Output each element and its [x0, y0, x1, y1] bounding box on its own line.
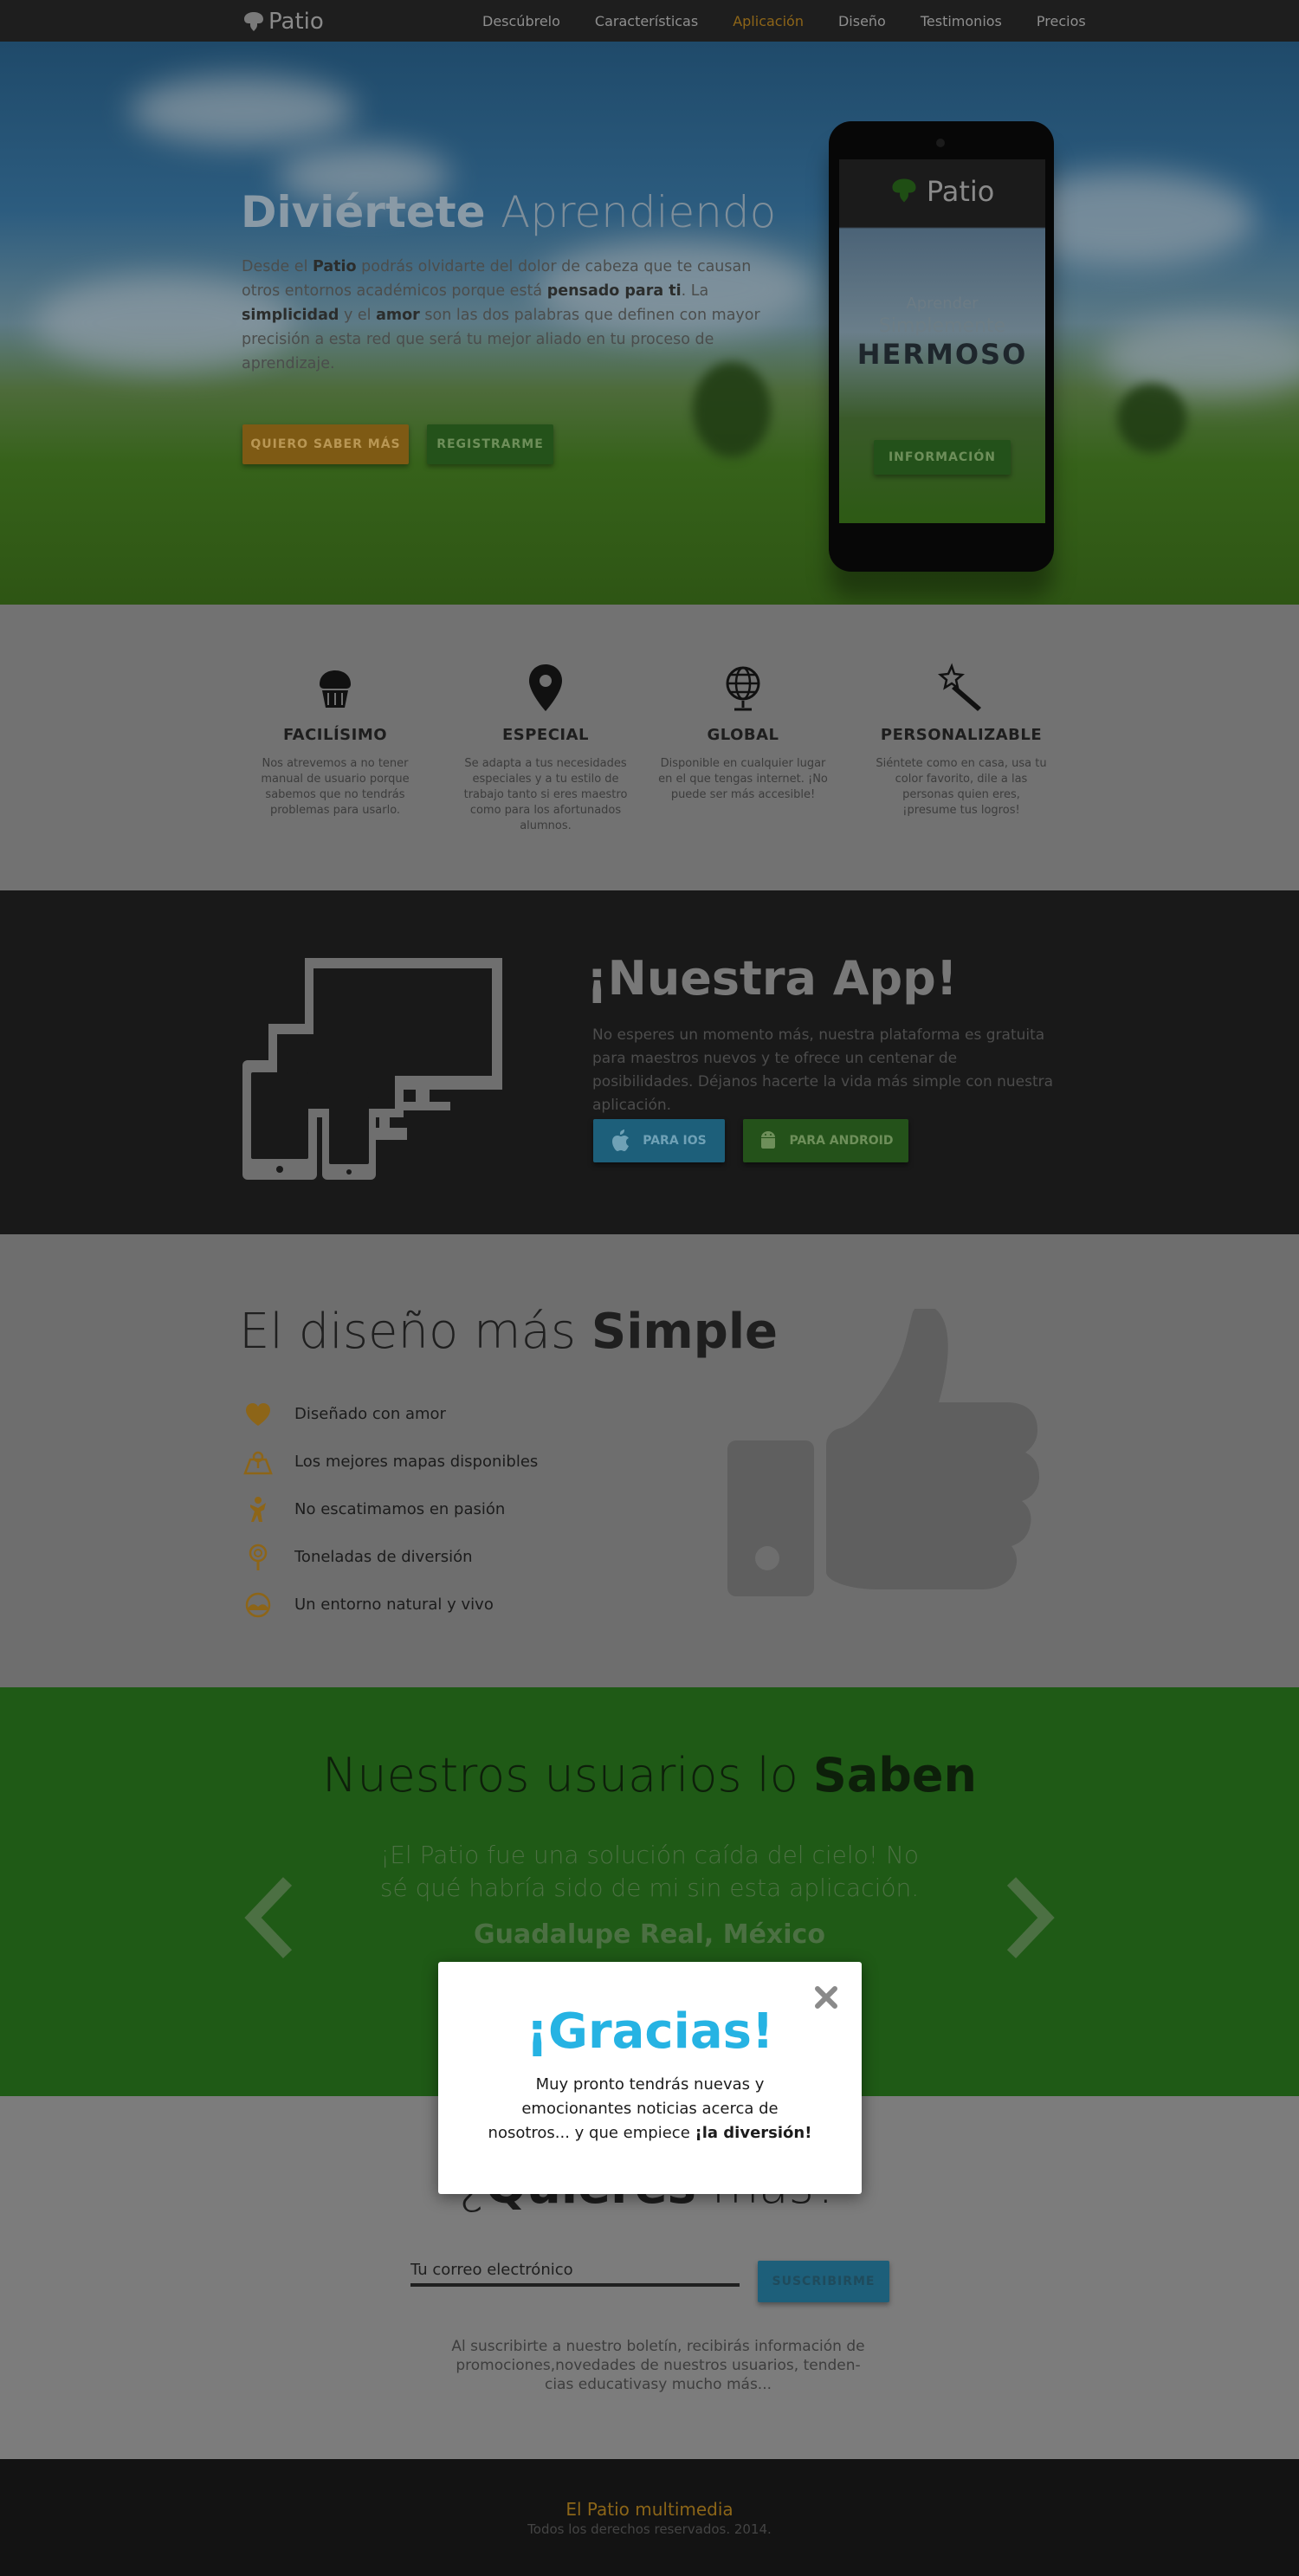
nav-link-descubrelo[interactable]: Descúbrelo	[482, 13, 560, 29]
feature-title: GLOBAL	[707, 726, 779, 744]
phone-line-aprender: Aprender	[906, 294, 979, 313]
top-navbar: Patio Descúbrelo Características Aplicac…	[0, 0, 1299, 42]
design-section: El diseño más Simple Diseñado con amor L…	[0, 1234, 1299, 1687]
email-field[interactable]	[410, 2256, 740, 2287]
app-section: ¡Nuestra App! No esperes un momento más,…	[0, 890, 1299, 1234]
list-item: Toneladas de diversión	[242, 1533, 538, 1581]
ios-button[interactable]: PARA IOS	[593, 1119, 725, 1162]
chevron-right-icon[interactable]	[1005, 1876, 1057, 1959]
list-item: Diseñado con amor	[242, 1390, 538, 1438]
brand-logo[interactable]: Patio	[242, 9, 324, 35]
feature-especial: ESPECIAL Se adapta a tus necesidades esp…	[459, 660, 632, 834]
phone-logo: Patio	[839, 175, 1045, 208]
globe-icon	[656, 660, 830, 715]
android-button-label: PARA ANDROID	[789, 1134, 894, 1148]
nav-link-precios[interactable]: Precios	[1037, 13, 1086, 29]
hero-section: Diviértete Aprendiendo Desde el Patio po…	[0, 42, 1299, 605]
footer-copyright: Todos los derechos reservados. 2014.	[527, 2521, 772, 2537]
phone-mockup: Patio Aprender Simplemente HERMOSO INFOR…	[829, 121, 1054, 572]
tree-icon	[892, 178, 916, 203]
brand-name: Patio	[268, 9, 324, 35]
magic-wand-icon	[875, 660, 1048, 715]
landscape-icon	[242, 1589, 274, 1621]
thanks-modal: ¡Gracias! Muy pronto tendrás nuevas y em…	[438, 1962, 862, 2194]
list-item: Un entorno natural y vivo	[242, 1581, 538, 1628]
android-icon	[760, 1131, 775, 1149]
devices-icon	[242, 958, 502, 1180]
feature-text: Siéntete como en casa, usa tu color favo…	[876, 757, 1047, 817]
feature-text: Se adapta a tus necesidades especiales y…	[463, 757, 628, 832]
nav-link-aplicacion[interactable]: Aplicación	[733, 13, 804, 29]
nav-link-caracteristicas[interactable]: Características	[595, 13, 698, 29]
testimonial-quote: ¡El Patio fue una solución caída del cie…	[379, 1841, 920, 1902]
footer: El Patio multimedia Todos los derechos r…	[0, 2459, 1299, 2576]
nav-links: Descúbrelo Características Aplicación Di…	[482, 0, 1121, 42]
list-item: No escatimamos en pasión	[242, 1485, 538, 1533]
testimonials-title: Nuestros usuarios lo Saben	[322, 1748, 977, 1803]
thumbs-up-icon	[727, 1309, 1039, 1596]
map-pin-icon	[459, 660, 632, 715]
hero-description: Desde el Patio podrás olvidarte del dolo…	[242, 258, 760, 372]
phone-screen: Patio Aprender Simplemente HERMOSO INFOR…	[839, 159, 1045, 523]
chevron-left-icon[interactable]	[242, 1876, 294, 1959]
features-section: FACILÍSIMO Nos atrevemos a no tener manu…	[0, 605, 1299, 890]
phone-line-simplemente: Simplemente	[878, 315, 1006, 337]
phone-camera	[936, 139, 945, 147]
register-button[interactable]: REGISTRARME	[427, 424, 553, 464]
phone-info-button[interactable]: INFORMACIÓN	[874, 440, 1011, 475]
list-item: Los mejores mapas disponibles	[242, 1438, 538, 1485]
testimonial-author: Guadalupe Real, México	[474, 1919, 825, 1950]
apple-icon	[612, 1129, 630, 1151]
app-description: No esperes un momento más, nuestra plata…	[592, 1026, 1054, 1114]
lollipop-icon	[242, 1542, 274, 1573]
design-title: El diseño más Simple	[239, 1304, 779, 1360]
android-button[interactable]: PARA ANDROID	[743, 1119, 908, 1162]
feature-facilisimo: FACILÍSIMO Nos atrevemos a no tener manu…	[249, 660, 422, 819]
map-icon	[242, 1447, 274, 1478]
cupcake-icon	[249, 660, 422, 715]
modal-text: Muy pronto tendrás nuevas y emocionantes…	[488, 2075, 812, 2142]
phone-line-hermoso: HERMOSO	[856, 338, 1028, 371]
dancer-icon	[242, 1494, 274, 1525]
subscribe-note: Al suscribirte a nuestro boletín, recibi…	[451, 2338, 865, 2393]
nav-link-testimonios[interactable]: Testimonios	[921, 13, 1002, 29]
subscribe-button[interactable]: SUSCRIBIRME	[758, 2261, 889, 2302]
feature-personalizable: PERSONALIZABLE Siéntete como en casa, us…	[875, 660, 1048, 819]
feature-text: Nos atrevemos a no tener manual de usuar…	[261, 757, 410, 817]
design-list: Diseñado con amor Los mejores mapas disp…	[242, 1390, 538, 1628]
feature-title: PERSONALIZABLE	[880, 726, 1043, 744]
heart-icon	[242, 1399, 274, 1430]
feature-title: FACILÍSIMO	[282, 726, 388, 744]
modal-title: ¡Gracias!	[526, 2003, 774, 2060]
app-title: ¡Nuestra App!	[586, 951, 958, 1006]
ios-button-label: PARA IOS	[643, 1134, 707, 1148]
feature-global: GLOBAL Disponible en cualquier lugar en …	[656, 660, 830, 803]
footer-company-name: El Patio multimedia	[565, 2499, 734, 2520]
nav-link-diseno[interactable]: Diseño	[838, 13, 886, 29]
tree-icon	[244, 12, 263, 31]
feature-title: ESPECIAL	[501, 726, 590, 744]
learn-more-button[interactable]: QUIERO SABER MÁS	[242, 424, 409, 464]
feature-text: Disponible en cualquier lugar en el que …	[658, 757, 828, 801]
hero-title: Diviértete Aprendiendo	[241, 187, 777, 237]
